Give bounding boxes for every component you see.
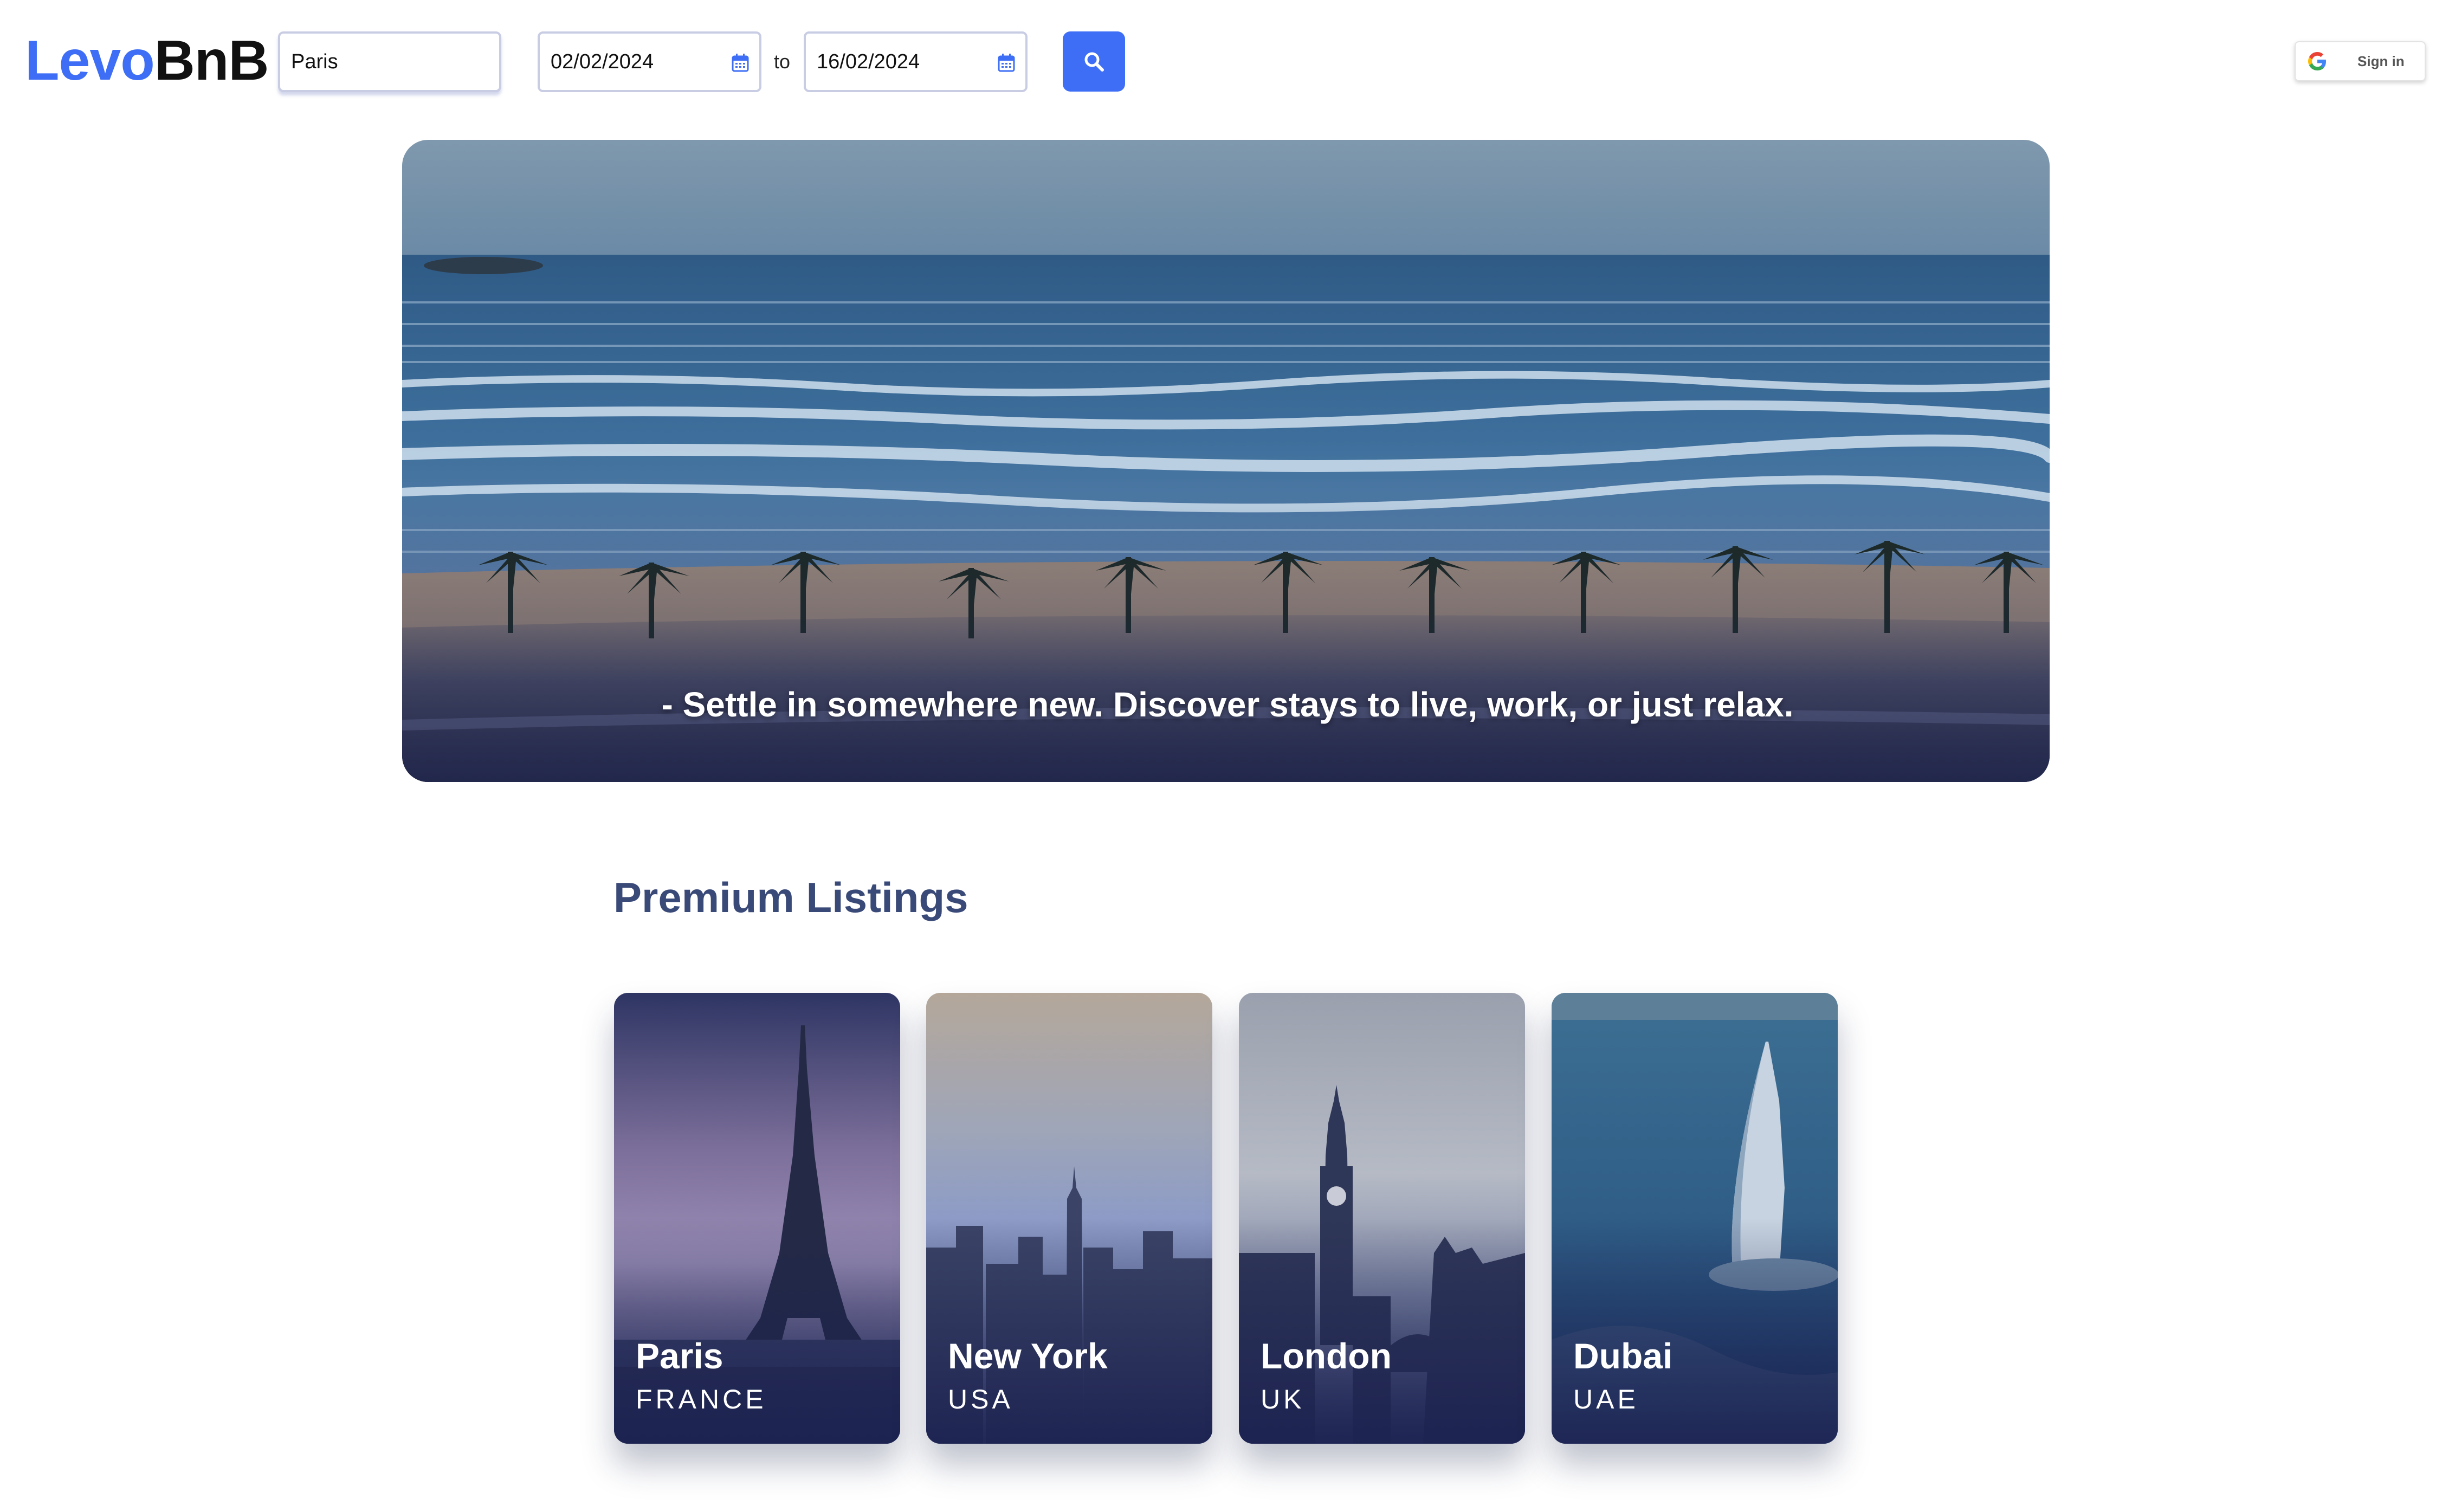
card-city: London <box>1261 1336 1392 1376</box>
logo-bnb: BnB <box>154 29 269 92</box>
location-field[interactable] <box>278 31 501 92</box>
top-nav: LevoBnB to <box>0 0 2455 125</box>
listing-card-london[interactable]: London UK <box>1239 993 1525 1444</box>
card-country: UAE <box>1573 1384 1639 1414</box>
card-country: UK <box>1261 1384 1305 1414</box>
listing-card-new-york[interactable]: New York USA <box>926 993 1212 1444</box>
check-in-field[interactable] <box>538 31 761 92</box>
date-separator: to <box>774 50 791 73</box>
logo-levo: Levo <box>25 29 155 92</box>
logo[interactable]: LevoBnB <box>25 28 269 93</box>
check-out-input[interactable] <box>806 34 1025 90</box>
listing-card-paris[interactable]: Paris FRANCE <box>614 993 900 1444</box>
card-country: FRANCE <box>636 1384 767 1414</box>
check-in-input[interactable] <box>540 34 759 90</box>
google-sign-in-button[interactable]: Sign in <box>2295 41 2426 81</box>
hero-tagline: - Settle in somewhere new. Discover stay… <box>661 685 1794 724</box>
location-input[interactable] <box>280 34 499 90</box>
google-icon <box>2308 52 2326 70</box>
card-city: Paris <box>636 1336 723 1376</box>
calendar-icon[interactable] <box>731 53 750 73</box>
check-out-field[interactable] <box>804 31 1028 92</box>
card-country: USA <box>948 1384 1013 1414</box>
premium-listings-title: Premium Listings <box>613 874 968 921</box>
calendar-icon[interactable] <box>997 53 1016 73</box>
search-icon <box>1084 52 1104 72</box>
card-city: New York <box>948 1336 1108 1376</box>
search-button[interactable] <box>1063 31 1125 92</box>
listing-card-dubai[interactable]: Dubai UAE <box>1552 993 1838 1444</box>
card-city: Dubai <box>1573 1336 1673 1376</box>
sign-in-label: Sign in <box>2357 53 2405 69</box>
